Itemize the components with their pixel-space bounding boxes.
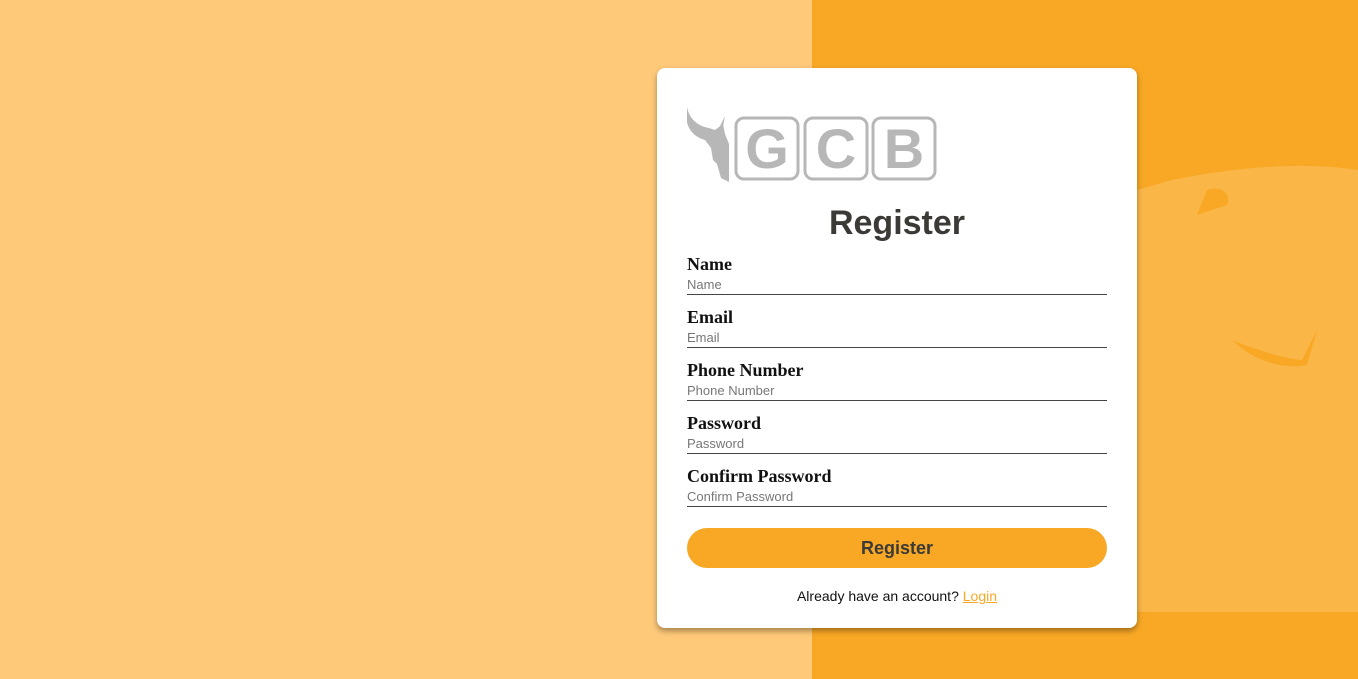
confirm-password-label: Confirm Password <box>687 466 832 486</box>
password-input[interactable] <box>687 435 1107 454</box>
logo-letter-c: C <box>816 117 856 180</box>
login-link[interactable]: Login <box>963 588 997 604</box>
login-prompt: Already have an account? Login <box>657 588 1137 604</box>
page-title: Register <box>828 204 966 242</box>
login-prompt-text: Already have an account? <box>796 588 963 604</box>
password-field-group: Password <box>687 413 1107 454</box>
name-input[interactable] <box>687 276 1107 295</box>
logo-letter-g: G <box>745 117 789 180</box>
gcb-logo: G C B <box>687 107 937 182</box>
phone-input[interactable] <box>687 382 1107 401</box>
register-button[interactable]: Register <box>687 528 1107 568</box>
email-input[interactable] <box>687 329 1107 348</box>
password-label: Password <box>687 413 762 433</box>
name-field-group: Name <box>687 254 1107 295</box>
email-label: Email <box>687 307 734 327</box>
logo-letter-b: B <box>884 117 924 180</box>
bull-head-icon <box>687 107 729 182</box>
register-card: G C B Register Name Email Phone Number P… <box>657 68 1137 628</box>
phone-label: Phone Number <box>687 360 804 380</box>
email-field-group: Email <box>687 307 1107 348</box>
confirm-password-field-group: Confirm Password <box>687 466 1107 507</box>
phone-field-group: Phone Number <box>687 360 1107 401</box>
name-label: Name <box>687 254 732 274</box>
confirm-password-input[interactable] <box>687 488 1107 507</box>
